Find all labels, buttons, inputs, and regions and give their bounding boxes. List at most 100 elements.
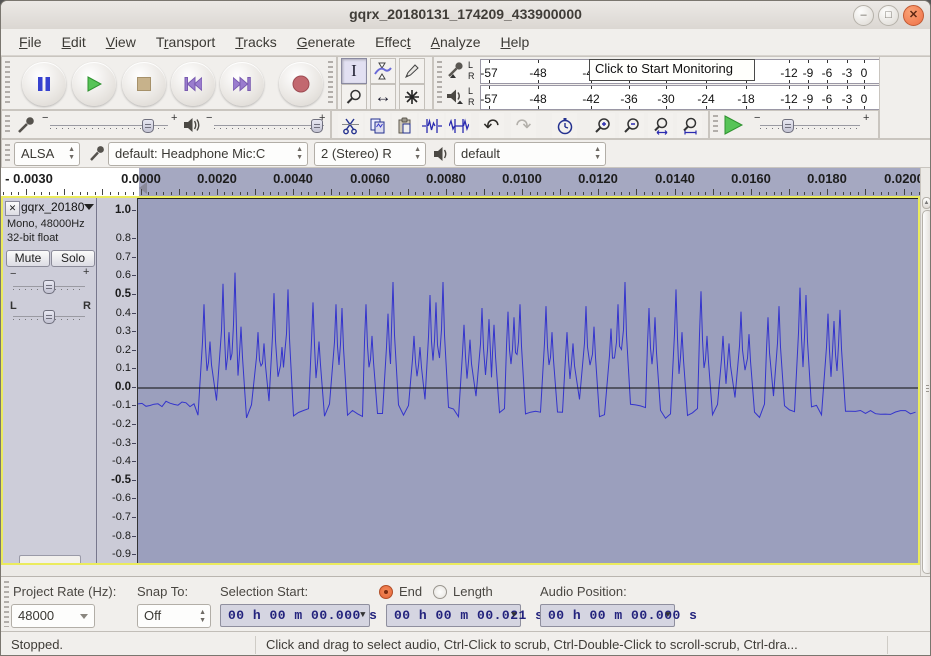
timeline-tick [827,189,828,195]
stop-icon [137,77,152,92]
time-shift-tool-button[interactable]: ↔ [370,84,396,110]
timeline-tick [400,192,401,195]
waveform-area[interactable] [138,198,918,563]
timeline-tick [774,192,775,195]
playback-volume-slider[interactable] [214,119,324,133]
playback-speed-slider[interactable] [760,119,860,133]
track-pan-slider[interactable] [13,310,85,324]
toolbar-grip[interactable] [5,115,10,134]
snap-to-select[interactable]: Off▲▼ [137,604,211,628]
playback-speed-thumb[interactable] [782,119,794,133]
vertical-scrollbar-thumb[interactable] [922,210,931,574]
gain-minus-label: − [10,268,16,280]
menu-effect[interactable]: Effect [365,31,421,53]
scroll-up-button[interactable]: ▲ [922,197,931,209]
play-at-speed-button[interactable] [722,114,746,136]
timeline-tick [736,192,737,195]
play-button[interactable] [72,62,116,106]
playback-meter[interactable]: L R -57-48-42-36-30-24-18-12-9-6-30 [444,85,910,110]
playback-device-select[interactable]: default▲▼ [454,142,606,166]
paste-button[interactable] [392,113,417,138]
timeline-tick [873,192,874,195]
timeline-ruler[interactable]: - 0.00300.00000.00200.00400.00600.00800.… [1,168,920,197]
meter-tick [847,60,848,63]
monitoring-tooltip[interactable]: Click to Start Monitoring [589,59,755,81]
zoom-out-button[interactable] [619,113,644,138]
pan-thumb[interactable] [43,310,55,324]
gain-thumb[interactable] [43,280,55,294]
toolbar-grip[interactable] [5,144,10,163]
redo-button[interactable]: ↷ [511,113,536,138]
toolbar-grip[interactable] [4,581,9,627]
copy-button[interactable] [365,113,390,138]
track-name-menu[interactable]: gqrx_20180 [21,200,95,215]
audio-host-select[interactable]: ALSA▲▼ [14,142,80,166]
recording-volume-slider[interactable] [50,119,168,133]
selection-end-radio[interactable] [379,585,393,599]
vruler-tick [132,257,136,258]
selection-start-field[interactable]: 00 h 00 m 00.000 s▼ [220,604,370,627]
cut-button[interactable] [338,113,363,138]
undo-button[interactable]: ↶ [479,113,504,138]
silence-audio-button[interactable] [446,113,471,138]
panel-partial-button[interactable] [19,555,81,565]
edit-toolbar: ↶ ↷ [331,110,709,139]
clock-icon [556,117,574,135]
toolbar-grip[interactable] [5,61,10,105]
envelope-tool-button[interactable] [370,58,396,84]
toolbar-grip[interactable] [328,61,333,105]
record-button[interactable] [279,62,323,106]
playback-meter-scale[interactable]: -57-48-42-36-30-24-18-12-9-6-30 [480,85,908,110]
stop-button[interactable] [122,62,166,106]
horizontal-scrollbar[interactable] [1,565,920,576]
menu-analyze[interactable]: Analyze [421,31,491,53]
track-close-button[interactable]: ✕ [5,201,20,216]
selection-length-radio[interactable] [433,585,447,599]
trim-audio-button[interactable] [419,113,444,138]
timeline-tick [34,192,35,195]
fit-project-button[interactable] [677,113,702,138]
timeline-tick [781,192,782,195]
sync-lock-button[interactable] [552,113,577,138]
timeline-tick [743,192,744,195]
recording-volume-thumb[interactable] [142,119,154,133]
recording-channels-select[interactable]: 2 (Stereo) R▲▼ [314,142,426,166]
track-gain-slider[interactable] [13,280,85,294]
fit-selection-button[interactable] [648,113,673,138]
menu-help[interactable]: Help [490,31,539,53]
menu-tracks[interactable]: Tracks [225,31,287,53]
timeline-tick [652,192,653,195]
selection-tool-button[interactable]: I [341,58,367,84]
minimize-button[interactable]: – [853,5,874,26]
vertical-amplitude-ruler[interactable]: 1.00.80.70.60.50.40.30.20.10.0-0.1-0.2-0… [98,198,138,563]
zoom-tool-button[interactable] [341,84,367,110]
menu-edit[interactable]: Edit [52,31,96,53]
menu-file[interactable]: File [9,31,52,53]
menu-view[interactable]: View [96,31,146,53]
skip-to-end-button[interactable] [220,62,264,106]
recording-device-select[interactable]: default: Headphone Mic:C▲▼ [108,142,308,166]
project-rate-select[interactable]: 48000 [11,604,95,628]
waveform[interactable] [138,199,920,564]
draw-tool-button[interactable] [399,58,425,84]
timeline-tick [316,192,317,195]
pause-button[interactable] [22,62,66,106]
close-button[interactable]: ✕ [903,5,924,26]
solo-button[interactable]: Solo [51,250,95,267]
menu-generate[interactable]: Generate [287,31,365,53]
maximize-button[interactable]: □ [878,5,899,26]
vertical-scrollbar[interactable]: ▲ [920,196,931,576]
skip-to-start-button[interactable] [171,62,215,106]
mute-button[interactable]: Mute [6,250,50,267]
multi-tool-button[interactable] [399,84,425,110]
timeline-tick [377,192,378,195]
toolbar-grip[interactable] [437,61,442,105]
zoom-in-button[interactable] [590,113,615,138]
toolbar-grip[interactable] [713,115,718,134]
meter-tick [489,80,490,83]
audio-position-field[interactable]: 00 h 00 m 00.000 s▼ [540,604,675,627]
menu-transport[interactable]: Transport [146,31,225,53]
selection-end-field[interactable]: 00 h 00 m 00.021 s▼ [386,604,521,627]
title-bar[interactable]: gqrx_20180131_174209_433900000 – □ ✕ [1,1,930,30]
meter-scale-label: -9 [803,92,814,106]
